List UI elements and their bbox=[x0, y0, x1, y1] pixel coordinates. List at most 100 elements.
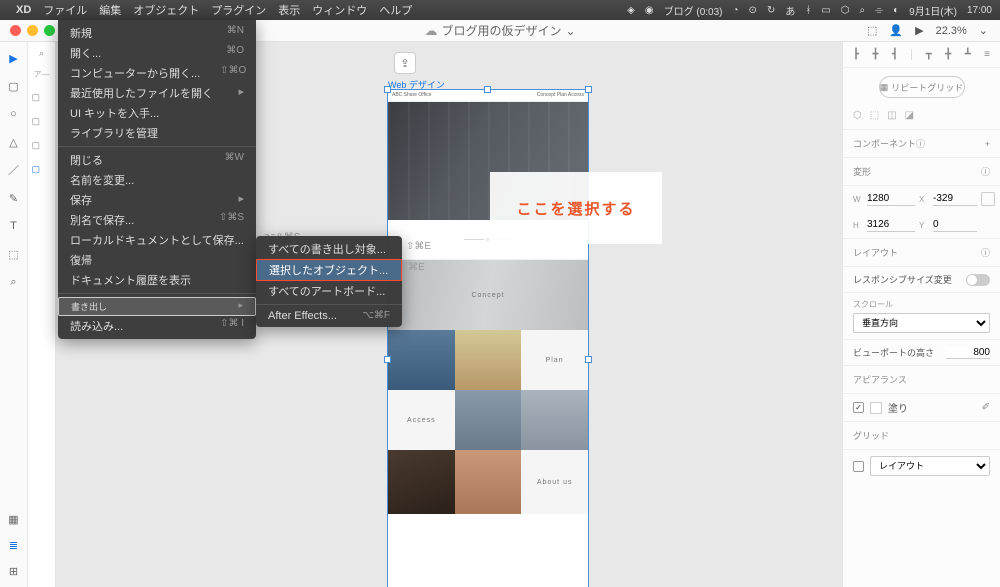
plugins-icon[interactable]: ⊞ bbox=[6, 563, 22, 579]
chevron-down-icon[interactable]: ⌄ bbox=[565, 24, 575, 38]
blog-timer[interactable]: ブログ (0:03) bbox=[664, 3, 723, 18]
select-tool[interactable]: ▶ bbox=[6, 50, 22, 66]
menu-window[interactable]: ウィンドウ bbox=[312, 2, 367, 18]
menu-plugin[interactable]: プラグイン bbox=[211, 2, 266, 18]
share-icon[interactable]: ⇪ bbox=[394, 52, 416, 74]
bt-icon[interactable]: ᚼ bbox=[805, 5, 811, 16]
align-top-icon[interactable]: ┳ bbox=[926, 49, 932, 60]
menu-item[interactable]: すべての書き出し対象...⇧⌘E bbox=[256, 239, 402, 259]
resize-handle[interactable] bbox=[585, 86, 592, 93]
artboard[interactable]: ABC Share OfficeConcept Plan Access ────… bbox=[388, 90, 588, 587]
union-icon[interactable]: ⬡ bbox=[853, 110, 862, 121]
cc-icon[interactable]: ◔ bbox=[733, 5, 739, 16]
chevron-down-icon[interactable]: ⌄ bbox=[979, 24, 988, 37]
layers-icon[interactable]: ≣ bbox=[6, 537, 22, 553]
menu-help[interactable]: ヘルプ bbox=[379, 2, 412, 18]
siri-icon[interactable]: ◐ bbox=[893, 5, 899, 16]
align-right-icon[interactable]: ┫ bbox=[892, 49, 898, 60]
layer-item[interactable]: ▢ bbox=[32, 162, 52, 176]
polygon-tool[interactable]: △ bbox=[6, 134, 22, 150]
mobile-preview-icon[interactable]: ⬚ bbox=[867, 24, 877, 37]
align-bottom-icon[interactable]: ┻ bbox=[965, 49, 971, 60]
menu-item[interactable]: 選択したオブジェクト...⌘E bbox=[256, 259, 402, 281]
intersect-icon[interactable]: ◫ bbox=[887, 110, 896, 121]
menu-item[interactable]: 新規⌘N bbox=[58, 23, 256, 43]
menu-item[interactable]: 閉じる⌘W bbox=[58, 150, 256, 170]
menu-item[interactable]: 書き出し▸ bbox=[58, 297, 256, 316]
play-icon[interactable]: ▶ bbox=[915, 24, 923, 37]
wifi-icon[interactable]: ⬡ bbox=[841, 5, 850, 16]
minimize-icon[interactable] bbox=[27, 25, 38, 36]
assets-icon[interactable]: ▦ bbox=[6, 511, 22, 527]
status-icon[interactable]: ⊙ bbox=[749, 5, 757, 16]
distribute-icon[interactable]: ≡ bbox=[984, 49, 990, 60]
menu-item[interactable]: 名前を変更... bbox=[58, 170, 256, 190]
menu-item[interactable]: ライブラリを管理 bbox=[58, 123, 256, 143]
menu-item[interactable]: コンピューターから開く...⇧⌘O bbox=[58, 63, 256, 83]
menu-edit[interactable]: 編集 bbox=[99, 2, 121, 18]
time[interactable]: 17:00 bbox=[967, 5, 992, 16]
grid-checkbox[interactable] bbox=[853, 461, 864, 472]
dropbox-icon[interactable]: ◈ bbox=[627, 5, 635, 16]
exclude-icon[interactable]: ◪ bbox=[905, 110, 914, 121]
menu-item[interactable]: すべてのアートボード... bbox=[256, 281, 402, 301]
info-icon[interactable]: ⓘ bbox=[981, 246, 990, 259]
menu-item[interactable]: ドキュメント履歴を表示 bbox=[58, 270, 256, 290]
repeat-grid-button[interactable]: ▦ リピートグリッド bbox=[879, 76, 965, 98]
info-icon[interactable]: ⓘ bbox=[916, 137, 925, 150]
menu-item[interactable]: 開く...⌘O bbox=[58, 43, 256, 63]
layer-item[interactable]: ▢ bbox=[32, 114, 52, 128]
layer-item[interactable]: ▢ bbox=[32, 90, 52, 104]
fill-swatch[interactable] bbox=[870, 402, 882, 414]
close-icon[interactable] bbox=[10, 25, 21, 36]
add-icon[interactable]: + bbox=[985, 139, 990, 149]
zoom-tool[interactable]: ⌕ bbox=[6, 274, 22, 290]
menu-object[interactable]: オブジェクト bbox=[133, 2, 199, 18]
align-vcenter-icon[interactable]: ╋ bbox=[945, 49, 951, 60]
menu-item[interactable]: 最近使用したファイルを開く▸ bbox=[58, 83, 256, 103]
resize-handle[interactable] bbox=[484, 86, 491, 93]
y-field[interactable] bbox=[933, 218, 977, 232]
fill-checkbox[interactable] bbox=[853, 402, 864, 413]
record-icon[interactable]: ◉ bbox=[645, 5, 654, 16]
date[interactable]: 9月1日(木) bbox=[909, 3, 957, 18]
rect-tool[interactable]: ▢ bbox=[6, 78, 22, 94]
eyedropper-icon[interactable]: ✐ bbox=[982, 402, 990, 413]
menu-item[interactable]: 復帰 bbox=[58, 250, 256, 270]
text-tool[interactable]: T bbox=[6, 218, 22, 234]
height-field[interactable] bbox=[867, 218, 915, 232]
viewport-field[interactable] bbox=[946, 347, 990, 359]
line-tool[interactable]: ／ bbox=[6, 162, 22, 178]
menu-item[interactable]: 保存▸ bbox=[58, 190, 256, 210]
search-icon[interactable]: ⌕ bbox=[860, 5, 866, 16]
grid-select[interactable]: レイアウト bbox=[870, 456, 990, 476]
portrait-icon[interactable] bbox=[981, 192, 995, 206]
search-icon[interactable]: ⌕ bbox=[39, 48, 44, 59]
app-name[interactable]: XD bbox=[16, 4, 31, 16]
artboard-tool[interactable]: ⬚ bbox=[6, 246, 22, 262]
resize-handle[interactable] bbox=[384, 356, 391, 363]
width-field[interactable] bbox=[867, 192, 915, 206]
menu-item[interactable]: After Effects...⌥⌘F bbox=[256, 308, 402, 324]
menu-view[interactable]: 表示 bbox=[278, 2, 300, 18]
menu-file[interactable]: ファイル bbox=[43, 2, 87, 18]
responsive-toggle[interactable] bbox=[966, 274, 990, 286]
resize-handle[interactable] bbox=[585, 356, 592, 363]
align-hcenter-icon[interactable]: ╋ bbox=[872, 49, 878, 60]
menu-item[interactable]: 別名で保存...⇧⌘S bbox=[58, 210, 256, 230]
zoom-icon[interactable] bbox=[44, 25, 55, 36]
menu-item[interactable]: UI キットを入手... bbox=[58, 103, 256, 123]
ellipse-tool[interactable]: ○ bbox=[6, 106, 22, 122]
align-left-icon[interactable]: ┣ bbox=[853, 49, 859, 60]
resize-handle[interactable] bbox=[384, 86, 391, 93]
scroll-select[interactable]: 垂直方向 bbox=[853, 313, 990, 333]
subtract-icon[interactable]: ⬚ bbox=[870, 110, 879, 121]
layer-item[interactable]: ▢ bbox=[32, 138, 52, 152]
zoom-level[interactable]: 22.3% bbox=[936, 25, 967, 37]
battery-icon[interactable]: ▭ bbox=[821, 5, 830, 16]
ime-icon[interactable]: あ bbox=[785, 3, 795, 18]
sync-icon[interactable]: ↻ bbox=[767, 5, 775, 16]
x-field[interactable] bbox=[933, 192, 977, 206]
info-icon[interactable]: ⓘ bbox=[981, 165, 990, 178]
menu-item[interactable]: ローカルドキュメントとして保存...⌥⇧⌘S bbox=[58, 230, 256, 250]
